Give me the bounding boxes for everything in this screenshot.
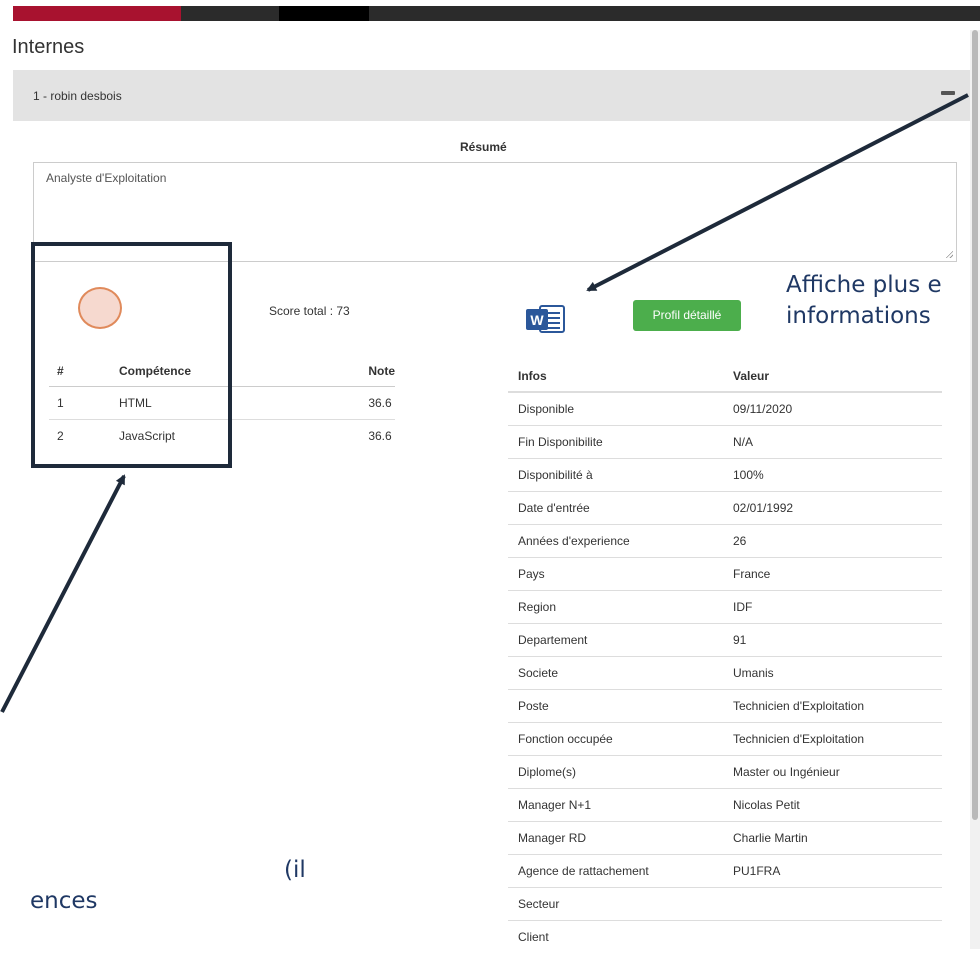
info-value xyxy=(723,921,942,953)
table-row: PosteTechnicien d'Exploitation xyxy=(508,690,942,723)
info-key: Societe xyxy=(508,657,723,690)
info-key: Années d'experience xyxy=(508,525,723,558)
info-value xyxy=(723,888,942,921)
resume-text: Analyste d'Exploitation xyxy=(46,171,166,185)
cell-note: 36.6 xyxy=(360,420,395,453)
info-value: 02/01/1992 xyxy=(723,492,942,525)
info-value: 26 xyxy=(723,525,942,558)
col-header-valeur: Valeur xyxy=(723,360,942,392)
table-row: Secteur xyxy=(508,888,942,921)
top-color-bar xyxy=(13,6,980,21)
info-value: 91 xyxy=(723,624,942,657)
infos-table: Infos Valeur Disponible09/11/2020Fin Dis… xyxy=(508,360,942,953)
info-value: 100% xyxy=(723,459,942,492)
annotation-left-line2: ences xyxy=(30,886,98,917)
annotation-right: Affiche plus e informations xyxy=(786,270,942,332)
info-value: France xyxy=(723,558,942,591)
section-title: Internes xyxy=(12,36,84,59)
table-row: Années d'experience26 xyxy=(508,525,942,558)
annotation-right-line1: Affiche plus e xyxy=(786,270,942,301)
info-value: 09/11/2020 xyxy=(723,392,942,426)
top-bar-red-segment xyxy=(13,6,181,21)
scrollbar-thumb[interactable] xyxy=(972,30,978,820)
table-row: SocieteUmanis xyxy=(508,657,942,690)
info-key: Agence de rattachement xyxy=(508,855,723,888)
candidate-panel-label: 1 - robin desbois xyxy=(33,89,122,103)
profil-detaille-button[interactable]: Profil détaillé xyxy=(633,300,741,331)
table-row: PaysFrance xyxy=(508,558,942,591)
info-key: Manager RD xyxy=(508,822,723,855)
table-row: Departement91 xyxy=(508,624,942,657)
col-header-infos: Infos xyxy=(508,360,723,392)
annotation-right-line2: informations xyxy=(786,301,942,332)
info-key: Departement xyxy=(508,624,723,657)
info-key: Client xyxy=(508,921,723,953)
col-header-note: Note xyxy=(360,356,395,387)
info-value: Nicolas Petit xyxy=(723,789,942,822)
info-value: IDF xyxy=(723,591,942,624)
info-key: Diplome(s) xyxy=(508,756,723,789)
info-key: Manager N+1 xyxy=(508,789,723,822)
info-key: Disponibilité à xyxy=(508,459,723,492)
word-document-icon[interactable]: W xyxy=(526,304,566,334)
table-row: Date d'entrée02/01/1992 xyxy=(508,492,942,525)
table-row: Agence de rattachementPU1FRA xyxy=(508,855,942,888)
info-key: Fonction occupée xyxy=(508,723,723,756)
info-value: Umanis xyxy=(723,657,942,690)
info-value: N/A xyxy=(723,426,942,459)
collapse-icon[interactable] xyxy=(941,91,955,95)
info-value: PU1FRA xyxy=(723,855,942,888)
resume-label: Résumé xyxy=(460,140,507,154)
cell-note: 36.6 xyxy=(360,387,395,420)
info-key: Disponible xyxy=(508,392,723,426)
info-key: Date d'entrée xyxy=(508,492,723,525)
info-value: Master ou Ingénieur xyxy=(723,756,942,789)
table-row: Fin DisponibiliteN/A xyxy=(508,426,942,459)
info-key: Fin Disponibilite xyxy=(508,426,723,459)
arrow-to-competences xyxy=(2,476,124,712)
word-icon-letter: W xyxy=(530,312,544,328)
info-key: Secteur xyxy=(508,888,723,921)
table-row: Diplome(s)Master ou Ingénieur xyxy=(508,756,942,789)
info-key: Pays xyxy=(508,558,723,591)
annotation-left-line1: (il xyxy=(284,855,306,886)
score-total: Score total : 73 xyxy=(269,304,350,318)
info-key: Region xyxy=(508,591,723,624)
table-row: RegionIDF xyxy=(508,591,942,624)
resize-grip-icon[interactable] xyxy=(945,250,953,258)
page-scrollbar[interactable] xyxy=(970,30,980,949)
info-key: Poste xyxy=(508,690,723,723)
info-value: Charlie Martin xyxy=(723,822,942,855)
table-row: Client xyxy=(508,921,942,953)
info-value: Technicien d'Exploitation xyxy=(723,723,942,756)
table-row: Disponibilité à100% xyxy=(508,459,942,492)
table-header-row: Infos Valeur xyxy=(508,360,942,392)
candidate-panel-header[interactable]: 1 - robin desbois xyxy=(13,70,970,121)
table-row: Manager N+1Nicolas Petit xyxy=(508,789,942,822)
table-row: Disponible09/11/2020 xyxy=(508,392,942,426)
table-row: Fonction occupéeTechnicien d'Exploitatio… xyxy=(508,723,942,756)
info-value: Technicien d'Exploitation xyxy=(723,690,942,723)
table-row: Manager RDCharlie Martin xyxy=(508,822,942,855)
top-bar-black-segment xyxy=(279,6,369,21)
highlight-box-annotation xyxy=(31,242,232,468)
